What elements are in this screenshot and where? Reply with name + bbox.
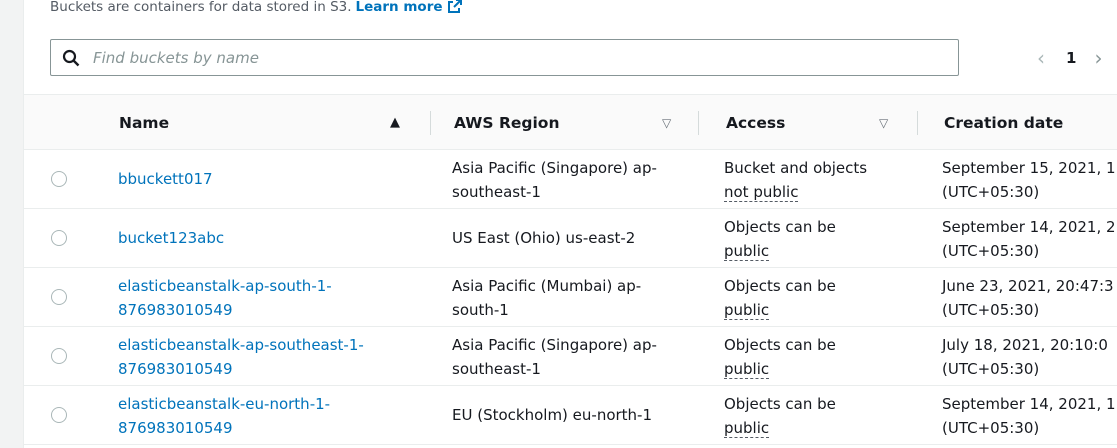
table-row[interactable]: bbuckett017 Asia Pacific (Singapore) ap-…: [24, 150, 1117, 209]
table-row[interactable]: bucket123abc US East (Ohio) us-east-2 Ob…: [24, 209, 1117, 268]
region-cell: US East (Ohio) us-east-2: [452, 229, 636, 247]
access-cell[interactable]: Bucket and objects not public: [724, 156, 894, 204]
column-header-name[interactable]: Name: [119, 95, 169, 151]
table-row[interactable]: elasticbeanstalk-ap-south-1- 876983010549…: [24, 268, 1117, 327]
table-row[interactable]: elasticbeanstalk-ap-southeast-1- 87698301…: [24, 327, 1117, 386]
region-cell: Asia Pacific (Mumbai) ap-south-1: [452, 277, 642, 319]
access-cell[interactable]: Objects can be public: [724, 215, 894, 263]
bucket-name-link[interactable]: bbuckett017: [118, 167, 418, 191]
search-input[interactable]: [93, 46, 943, 70]
sort-ascending-icon[interactable]: ▲: [390, 115, 400, 130]
row-select-radio[interactable]: [51, 230, 67, 246]
row-select-radio[interactable]: [51, 171, 67, 187]
column-divider: [430, 111, 431, 135]
table-header: Name ▲ AWS Region ▽ Access ▽ Creation da…: [24, 94, 1117, 150]
column-header-region[interactable]: AWS Region: [454, 95, 560, 151]
bucket-name-link[interactable]: elasticbeanstalk-eu-north-1- 876983010549: [118, 392, 418, 440]
previous-page-button[interactable]: ‹: [1030, 46, 1052, 70]
region-cell: Asia Pacific (Singapore) ap-southeast-1: [452, 336, 657, 378]
next-page-button[interactable]: ›: [1094, 46, 1102, 70]
sort-icon[interactable]: ▽: [879, 116, 888, 130]
bucket-name-link[interactable]: elasticbeanstalk-ap-southeast-1- 87698301…: [118, 333, 418, 381]
creation-date-cell: June 23, 2021, 20:47:3 (UTC+05:30): [942, 277, 1114, 319]
bucket-name-link[interactable]: bucket123abc: [118, 226, 418, 250]
access-cell[interactable]: Objects can be public: [724, 392, 894, 440]
row-select-radio[interactable]: [51, 348, 67, 364]
creation-date-cell: July 18, 2021, 20:10:0 (UTC+05:30): [942, 336, 1108, 378]
region-cell: Asia Pacific (Singapore) ap-southeast-1: [452, 159, 657, 201]
buckets-table: Name ▲ AWS Region ▽ Access ▽ Creation da…: [24, 94, 1117, 445]
external-link-icon[interactable]: [447, 0, 463, 18]
search-icon: [62, 49, 80, 71]
learn-more-link[interactable]: Learn more: [356, 0, 443, 15]
access-cell[interactable]: Objects can be public: [724, 274, 894, 322]
creation-date-cell: September 14, 2021, 1 (UTC+05:30): [942, 395, 1116, 437]
bucket-name-link[interactable]: elasticbeanstalk-ap-south-1- 876983010549: [118, 274, 418, 322]
row-select-radio[interactable]: [51, 289, 67, 305]
table-row[interactable]: elasticbeanstalk-eu-north-1- 876983010549…: [24, 386, 1117, 445]
access-cell[interactable]: Objects can be public: [724, 333, 894, 381]
description-text: Buckets are containers for data stored i…: [50, 0, 352, 15]
sort-icon[interactable]: ▽: [662, 116, 671, 130]
description-line: Buckets are containers for data stored i…: [50, 0, 463, 18]
column-divider: [698, 111, 699, 135]
creation-date-cell: September 15, 2021, 1 (UTC+05:30): [942, 159, 1116, 201]
row-select-radio[interactable]: [51, 407, 67, 423]
bucket-search-box[interactable]: [50, 39, 959, 76]
column-divider: [917, 111, 918, 135]
current-page-number[interactable]: 1: [1066, 49, 1076, 67]
creation-date-cell: September 14, 2021, 2 (UTC+05:30): [942, 218, 1116, 260]
pagination: ‹ 1 ›: [1030, 44, 1102, 72]
column-header-creation-date[interactable]: Creation date: [944, 95, 1063, 151]
region-cell: EU (Stockholm) eu-north-1: [452, 406, 653, 424]
left-navigation-rail: [0, 0, 24, 448]
column-header-access[interactable]: Access: [726, 95, 785, 151]
